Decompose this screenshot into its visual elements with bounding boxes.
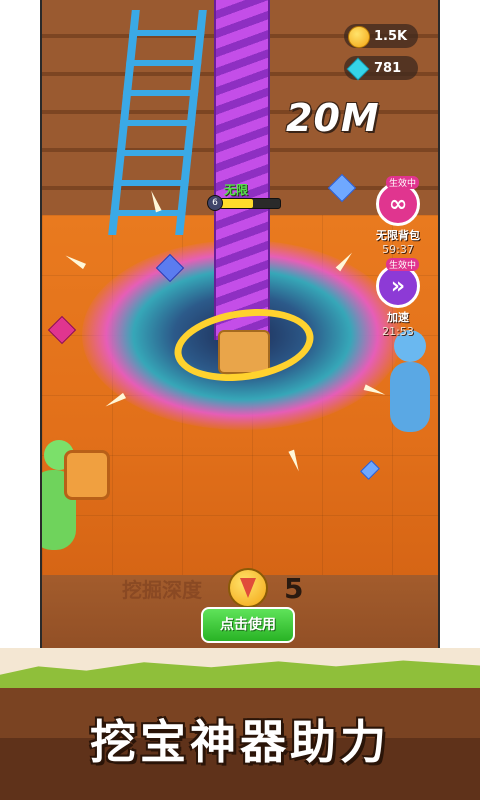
use-drill-button[interactable]: 点击使用: [201, 607, 295, 643]
boost-infinite-bag[interactable]: ∞ 生效中 无限背包 59:37: [372, 176, 424, 256]
boost-name: 无限背包: [376, 229, 420, 242]
gem-counter: 781: [344, 56, 418, 81]
drill-level-badge: 6: [207, 195, 223, 211]
drill-progress-fill: [220, 199, 253, 208]
coin-icon: [348, 26, 370, 48]
diamond-icon: [346, 57, 370, 81]
depth-readout: 20M: [286, 96, 380, 140]
boost-status: 生效中: [386, 258, 420, 271]
coin-counter: 1.5K: [344, 24, 418, 48]
boost-status: 生效中: [386, 176, 420, 189]
blue-stickman-body: [390, 362, 430, 432]
treasure-chest: [64, 450, 110, 500]
gem-value: 781: [374, 60, 402, 76]
boost-timer: 59:37: [382, 243, 414, 256]
drill-progress-bar: 6: [207, 195, 281, 211]
drill-shaft: [214, 0, 270, 340]
boost-name: 加速: [387, 311, 409, 324]
coin-value: 1.5K: [374, 28, 408, 44]
boost-timer: 21:53: [382, 325, 414, 338]
boost-speed[interactable]: » 生效中 加速 21:53: [372, 258, 424, 338]
drill-item-icon[interactable]: [228, 568, 268, 608]
game-viewport[interactable]: 1.5K 781 20M 无限 6 ∞ 生效中 无限背包 59:37 » 生效中…: [40, 0, 440, 670]
depth-hint-text: 挖掘深度: [122, 578, 202, 602]
drill-item-count: 5: [284, 572, 304, 605]
promo-slogan: 挖宝神器助力: [90, 715, 390, 769]
